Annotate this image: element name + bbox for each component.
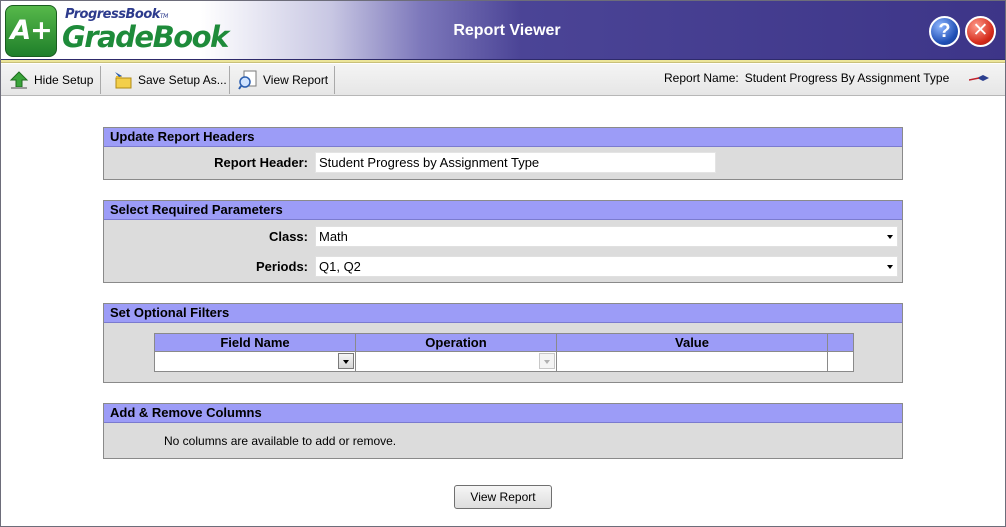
class-select[interactable]: Math bbox=[315, 226, 898, 247]
blank-column-header bbox=[827, 333, 854, 352]
report-header-input[interactable]: Student Progress by Assignment Type bbox=[315, 152, 716, 173]
window-title: Report Viewer bbox=[453, 22, 561, 39]
periods-select[interactable]: Q1, Q2 bbox=[315, 256, 898, 277]
chevron-down-icon bbox=[539, 353, 555, 369]
toolbar-divider bbox=[334, 66, 335, 94]
help-button[interactable]: ? bbox=[929, 16, 960, 47]
report-header-label: Report Header: bbox=[214, 155, 308, 170]
value-input[interactable] bbox=[556, 351, 828, 372]
report-name-label: Report Name: bbox=[664, 71, 739, 85]
toolbar-divider bbox=[100, 66, 101, 94]
section-title: Update Report Headers bbox=[104, 128, 902, 147]
hide-setup-button[interactable]: Hide Setup bbox=[9, 66, 93, 94]
field-name-dropdown[interactable] bbox=[154, 351, 356, 372]
chevron-down-icon[interactable] bbox=[338, 353, 354, 369]
filter-row-action-cell bbox=[827, 351, 854, 372]
periods-selected-value: Q1, Q2 bbox=[319, 259, 361, 274]
filters-table: Field Name Operation Value bbox=[154, 333, 854, 372]
update-report-headers-section: Update Report Headers Report Header: Stu… bbox=[103, 127, 903, 180]
report-name-value: Student Progress By Assignment Type bbox=[744, 71, 950, 85]
close-icon: ✕ bbox=[972, 20, 989, 41]
periods-label: Periods: bbox=[255, 259, 308, 274]
question-mark-icon: ? bbox=[938, 20, 951, 42]
toolbar-view-report-button[interactable]: View Report bbox=[238, 66, 328, 94]
value-column-header: Value bbox=[556, 333, 828, 352]
trademark-mark: TM bbox=[159, 13, 168, 20]
section-title: Select Required Parameters bbox=[104, 201, 902, 220]
magnifier-report-icon bbox=[238, 70, 258, 90]
save-setup-as-button[interactable]: Save Setup As... bbox=[113, 66, 227, 94]
save-folder-icon bbox=[113, 70, 133, 90]
field-name-column-header: Field Name bbox=[154, 333, 356, 352]
add-remove-columns-section: Add & Remove Columns No columns are avai… bbox=[103, 403, 903, 459]
optional-filters-section: Set Optional Filters Field Name Operatio… bbox=[103, 303, 903, 383]
toolbar-divider bbox=[229, 66, 230, 94]
chevron-down-icon bbox=[887, 265, 893, 269]
a-plus-logo: A+ bbox=[5, 5, 57, 57]
title-bar: A+ ProgressBookTM GradeBook Report Viewe… bbox=[1, 1, 1005, 60]
close-button[interactable]: ✕ bbox=[965, 16, 996, 47]
required-parameters-section: Select Required Parameters Class: Math P… bbox=[103, 200, 903, 283]
report-viewer-window: A+ ProgressBookTM GradeBook Report Viewe… bbox=[0, 0, 1006, 527]
operation-column-header: Operation bbox=[355, 333, 557, 352]
section-title: Set Optional Filters bbox=[104, 304, 902, 323]
save-setup-as-label: Save Setup As... bbox=[138, 73, 227, 87]
report-name: Report Name: Student Progress By Assignme… bbox=[664, 71, 949, 85]
title-accent-stripe bbox=[1, 60, 1005, 63]
graduation-cap-icon bbox=[968, 72, 993, 86]
filters-header-row: Field Name Operation Value bbox=[154, 333, 854, 352]
view-report-button[interactable]: View Report bbox=[454, 485, 552, 509]
gradebook-logo-text: GradeBook bbox=[62, 20, 229, 54]
toolbar: Hide Setup Save Setup As... View Report … bbox=[1, 64, 1005, 96]
operation-dropdown bbox=[355, 351, 557, 372]
green-up-arrow-icon bbox=[9, 70, 29, 90]
table-row bbox=[154, 351, 854, 372]
section-title: Add & Remove Columns bbox=[104, 404, 902, 423]
no-columns-message: No columns are available to add or remov… bbox=[164, 434, 397, 448]
class-label: Class: bbox=[268, 229, 308, 244]
chevron-down-icon bbox=[887, 235, 893, 239]
view-report-label: View Report bbox=[263, 73, 329, 87]
class-selected-value: Math bbox=[319, 229, 348, 244]
hide-setup-label: Hide Setup bbox=[34, 73, 94, 87]
